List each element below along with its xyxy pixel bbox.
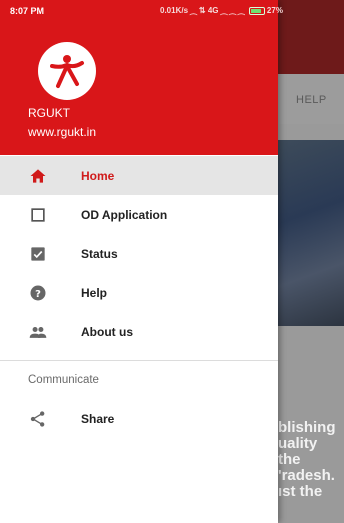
status-network: 0.01K/s ⁔ ⇅ 4G ⁔ ⁔ ⁔ <box>160 6 245 15</box>
menu-item-status[interactable]: Status <box>0 234 278 273</box>
navigation-drawer: RGUKT www.rgukt.in Home OD Application S… <box>0 0 278 523</box>
svg-text:?: ? <box>35 289 41 300</box>
battery-icon <box>248 6 265 15</box>
rgukt-logo-icon <box>50 55 84 88</box>
menu-item-about-us[interactable]: About us <box>0 312 278 351</box>
help-icon: ? <box>30 285 46 301</box>
rgukt-logo <box>38 42 96 100</box>
background-text: blishing uality the 'radesh. ıst the <box>278 419 336 500</box>
menu-item-share[interactable]: Share <box>0 399 278 438</box>
header-title: RGUKT <box>28 106 70 120</box>
menu-item-label: Share <box>81 412 115 426</box>
menu-item-home[interactable]: Home <box>0 156 278 195</box>
background-tab-help[interactable]: HELP <box>296 94 327 106</box>
menu-item-label: Home <box>81 169 115 183</box>
menu-item-od-application[interactable]: OD Application <box>0 195 278 234</box>
menu-item-help[interactable]: ? Help <box>0 273 278 312</box>
menu-item-label: Help <box>81 286 108 300</box>
status-bar: 8:07 PM 0.01K/s ⁔ ⇅ 4G ⁔ ⁔ ⁔ 27% <box>0 0 344 24</box>
battery-level: 27% <box>266 6 283 15</box>
status-time: 8:07 PM <box>10 6 45 16</box>
status-indicators: 0.01K/s ⁔ ⇅ 4G ⁔ ⁔ ⁔ 27% <box>160 6 283 15</box>
menu-item-label: OD Application <box>81 208 168 222</box>
menu-divider <box>0 360 278 361</box>
home-icon <box>30 169 46 183</box>
section-title-communicate: Communicate <box>28 374 99 386</box>
share-icon <box>30 411 45 427</box>
menu-item-label: Status <box>81 247 118 261</box>
checkbox-empty-icon <box>31 208 45 222</box>
background-photo <box>278 140 344 326</box>
drawer-menu: Home OD Application Status ? Help About … <box>0 156 278 351</box>
menu-item-label: About us <box>81 325 133 339</box>
header-url[interactable]: www.rgukt.in <box>28 125 96 139</box>
people-icon <box>29 327 47 338</box>
checkbox-checked-icon <box>31 247 45 261</box>
